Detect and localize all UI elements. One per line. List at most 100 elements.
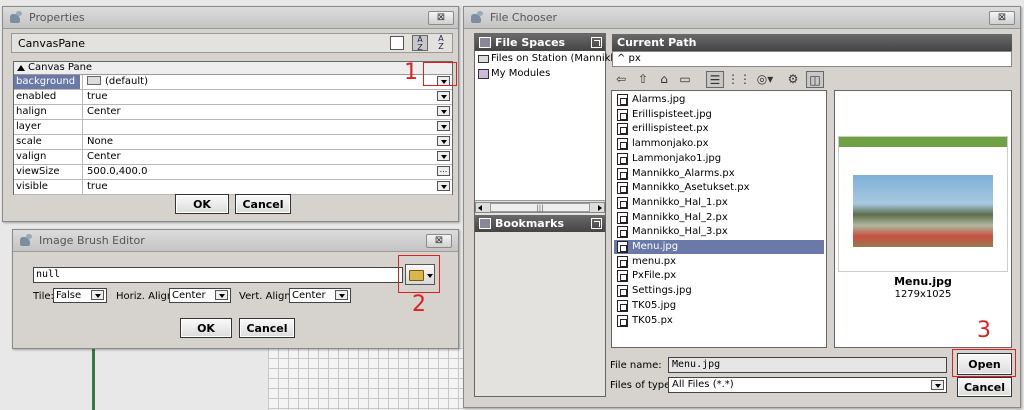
properties-titlebar[interactable]: Properties <box>3 7 458 29</box>
file-spaces-list: Files on Station (Mannikko) My Modules <box>475 51 626 201</box>
file-list-item[interactable]: Menu.jpg <box>614 240 824 254</box>
property-row-background[interactable]: background (default) <box>14 75 452 90</box>
dropdown-arrow-icon[interactable] <box>91 290 104 300</box>
file-list-item[interactable]: Mannikko_Asetukset.px <box>614 181 824 195</box>
vert-align-select[interactable]: Center <box>289 288 351 303</box>
file-name-input[interactable]: Menu.jpg <box>668 357 947 373</box>
horizontal-scrollbar[interactable]: ||| <box>475 202 605 213</box>
dropdown-arrow-icon[interactable] <box>335 290 348 300</box>
expand-icon[interactable] <box>390 36 404 50</box>
file-list-item[interactable]: Mannikko_Hal_3.px <box>614 225 824 239</box>
current-path-field[interactable]: ^ px <box>612 51 1012 67</box>
dropdown-arrow-icon[interactable] <box>215 290 228 300</box>
file-list-item[interactable]: erillispisteet.px <box>614 122 824 136</box>
horiz-align-select[interactable]: Center <box>169 288 231 303</box>
file-list-item[interactable]: Erillispisteet.jpg <box>614 108 824 122</box>
file-chooser-cancel-button[interactable]: Cancel <box>957 377 1012 397</box>
folder-icon[interactable]: ▭ <box>676 71 694 88</box>
property-row-visible[interactable]: visible true <box>14 180 452 195</box>
property-value[interactable]: true <box>82 180 452 194</box>
property-row-layer[interactable]: layer <box>14 120 452 135</box>
brush-ok-button[interactable]: OK <box>180 318 232 338</box>
dropdown-arrow-icon[interactable] <box>437 106 450 116</box>
property-row-viewsize[interactable]: viewSize 500.0,400.0 ... <box>14 165 452 180</box>
file-list-item[interactable]: Mannikko_Hal_2.px <box>614 211 824 225</box>
scroll-right-icon[interactable] <box>598 205 602 211</box>
file-list-item[interactable]: menu.px <box>614 255 824 269</box>
scroll-thumb[interactable]: ||| <box>490 203 590 212</box>
ellipsis-button[interactable]: ... <box>437 166 450 176</box>
file-list-item[interactable]: PxFile.px <box>614 269 824 283</box>
details-view-icon[interactable]: ⋮⋮ <box>727 71 751 88</box>
file-list-item[interactable]: TK05.jpg <box>614 299 824 313</box>
sort-za-icon[interactable]: AZ <box>433 35 449 51</box>
sort-az-icon[interactable]: AZ <box>412 35 428 52</box>
dropdown-arrow-icon[interactable] <box>437 91 450 101</box>
annotation-box-3 <box>952 349 1016 377</box>
background-wire <box>92 348 95 410</box>
property-row-enabled[interactable]: enabled true <box>14 90 452 105</box>
property-name: scale <box>16 136 42 147</box>
space-item-modules[interactable]: My Modules <box>477 68 550 79</box>
file-name-text: Lammonjako1.jpg <box>632 152 722 164</box>
up-folder-icon[interactable]: ⇧ <box>634 71 652 88</box>
collapse-icon[interactable] <box>17 65 25 71</box>
property-sheet: Canvas Pane background (default) enabled… <box>13 61 453 195</box>
dropdown-arrow-icon[interactable] <box>437 121 450 131</box>
home-icon[interactable]: ⌂ <box>655 71 673 88</box>
brush-editor-titlebar[interactable]: Image Brush Editor <box>13 230 458 252</box>
properties-cancel-button[interactable]: Cancel <box>235 194 291 214</box>
file-list-item[interactable]: Mannikko_Alarms.px <box>614 167 824 181</box>
close-icon[interactable]: ⊠ <box>989 11 1015 25</box>
file-list-item[interactable]: Settings.jpg <box>614 284 824 298</box>
property-value[interactable]: true <box>82 90 452 104</box>
property-value[interactable]: None <box>82 135 452 149</box>
file-list-item[interactable]: Lammonjako1.jpg <box>614 152 824 166</box>
maximize-icon[interactable] <box>591 218 602 229</box>
property-row-valign[interactable]: valign Center <box>14 150 452 165</box>
property-row-halign[interactable]: halign Center <box>14 105 452 120</box>
space-item-label: Files on Station (Mannikko) <box>491 53 626 64</box>
scroll-left-icon[interactable] <box>478 205 482 211</box>
preview-image-photo <box>853 175 993 247</box>
preview-file-size: 1279x1025 <box>894 289 952 300</box>
file-spaces-header: File Spaces <box>475 34 605 51</box>
dropdown-arrow-icon[interactable] <box>437 151 450 161</box>
dropdown-arrow-icon[interactable] <box>437 136 450 146</box>
file-icon <box>617 196 628 209</box>
properties-ok-button[interactable]: OK <box>175 194 229 214</box>
close-icon[interactable]: ⊠ <box>426 234 452 248</box>
property-value[interactable] <box>82 120 452 134</box>
file-name-text: Mannikko_Hal_1.px <box>632 196 728 208</box>
maximize-icon[interactable] <box>591 37 602 48</box>
file-chooser-titlebar[interactable]: File Chooser <box>464 7 1020 29</box>
tile-select[interactable]: False <box>53 288 107 303</box>
list-view-icon[interactable]: ☰ <box>706 71 724 88</box>
file-name-text: Mannikko_Asetukset.px <box>632 182 750 194</box>
file-type-select[interactable]: All Files (*.*) <box>668 377 947 393</box>
property-row-scale[interactable]: scale None <box>14 135 452 150</box>
property-value[interactable]: (default) <box>82 75 452 89</box>
file-name-text: Settings.jpg <box>632 285 692 297</box>
file-list-item[interactable]: Mannikko_Hal_1.px <box>614 196 824 210</box>
file-list-item[interactable]: Alarms.jpg <box>614 93 824 107</box>
tools-icon[interactable]: ⚙ <box>784 71 802 88</box>
dropdown-arrow-icon[interactable] <box>437 181 450 191</box>
space-item-station[interactable]: Files on Station (Mannikko) <box>477 53 626 64</box>
property-value[interactable]: Center <box>82 150 452 164</box>
section-row[interactable]: Canvas Pane <box>14 62 452 75</box>
property-value[interactable]: Center <box>82 105 452 119</box>
preview-icon[interactable]: ◫ <box>806 71 824 88</box>
file-list-item[interactable]: TK05.px <box>614 314 824 328</box>
file-list-item[interactable]: lammonjako.px <box>614 137 824 151</box>
file-icon <box>617 182 628 195</box>
file-icon <box>617 270 628 283</box>
file-name-text: Erillispisteet.jpg <box>632 108 712 120</box>
close-icon[interactable]: ⊠ <box>428 11 454 25</box>
refresh-icon[interactable]: ◎▾ <box>756 71 774 88</box>
property-value[interactable]: 500.0,400.0 <box>82 165 452 179</box>
image-path-input[interactable]: null <box>33 267 403 283</box>
brush-cancel-button[interactable]: Cancel <box>239 318 295 338</box>
back-arrow-icon[interactable]: ⇦ <box>612 71 630 88</box>
dropdown-arrow-icon[interactable] <box>931 380 944 390</box>
